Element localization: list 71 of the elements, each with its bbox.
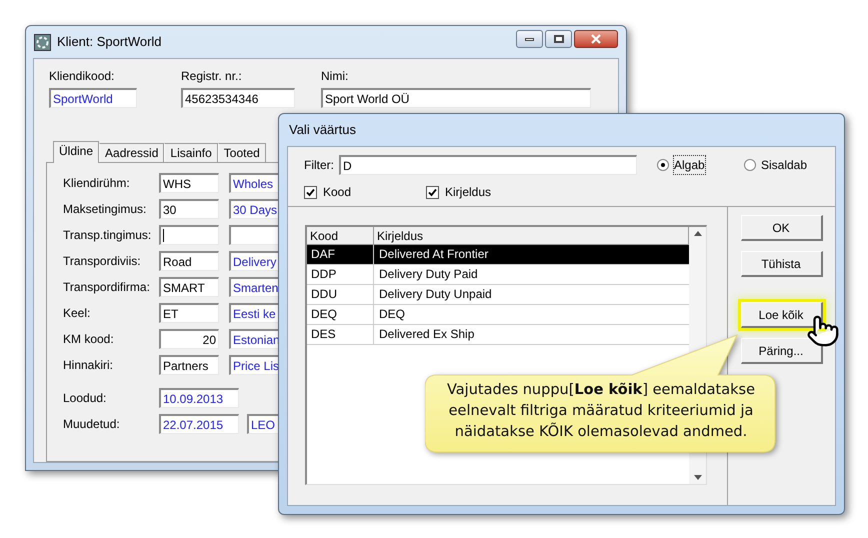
app-icon <box>34 34 51 50</box>
field-label: Muudetud: <box>63 416 121 433</box>
field-label: Keel: <box>63 305 92 322</box>
maximize-button[interactable] <box>545 30 572 48</box>
tab[interactable]: Üldine <box>53 141 100 163</box>
code-field[interactable]: Road <box>159 251 219 271</box>
tab[interactable]: Aadressid <box>99 143 164 162</box>
table-cell: DDU <box>307 285 374 304</box>
scroll-down-icon[interactable] <box>694 475 702 480</box>
table-cell: DDP <box>307 265 374 284</box>
minimize-button[interactable] <box>516 30 543 48</box>
radio-label: Sisaldab <box>761 157 808 174</box>
close-button[interactable] <box>574 30 618 48</box>
field-label: Transpordiviis: <box>63 253 142 270</box>
callout-text: Vajutades nuppu[Loe kõik] eemaldatakse eelnevalt filtriga määratud kriteeriumid ja näidatakse KÕIK olemasolevad andmed. <box>446 381 756 442</box>
checkbox-label: Kirjeldus <box>445 184 492 201</box>
column-header[interactable]: Kood <box>307 227 374 244</box>
field-label: Transpordifirma: <box>63 279 151 296</box>
code-field[interactable]: WHS <box>159 173 219 193</box>
code-field[interactable]: 30 <box>159 199 219 219</box>
dialog-button[interactable]: Tühista <box>740 251 822 277</box>
text-field[interactable]: SportWorld <box>49 88 137 108</box>
table-cell: DES <box>307 325 374 344</box>
field-label: Maksetingimus: <box>63 201 148 218</box>
field-label: Nimi: <box>321 68 350 85</box>
dialog-button[interactable]: Päring... <box>740 338 822 364</box>
field-label: Kliendikood: <box>49 68 116 85</box>
minimize-icon <box>525 38 534 40</box>
table-row[interactable]: DES Delivered Ex Ship <box>307 325 689 345</box>
radio-button[interactable] <box>657 159 669 171</box>
field-label: Kliendirühm: <box>63 175 131 192</box>
field-label: Registr. nr.: <box>181 68 243 85</box>
table-cell: DEQ <box>307 305 374 324</box>
field-label: KM kood: <box>63 331 115 348</box>
table-cell-text: Delivered Ex Ship <box>378 326 476 343</box>
text-field[interactable]: Sport World OÜ <box>321 88 591 108</box>
radio-button[interactable] <box>744 159 756 171</box>
table-row[interactable]: DEQ DEQ <box>307 305 689 325</box>
tab[interactable]: Tooted <box>218 143 266 162</box>
field-label: Loodud: <box>63 390 108 407</box>
close-icon <box>590 34 602 44</box>
table-cell: DAF <box>307 245 374 264</box>
table-row[interactable]: DAF Delivered At Frontier <box>307 245 689 265</box>
table-row[interactable]: DDP Delivery Duty Paid <box>307 265 689 285</box>
table-cell-text: Delivery Duty Unpaid <box>378 286 493 303</box>
date-field[interactable]: 10.09.2013 <box>159 388 239 408</box>
table-cell-text: Delivery Duty Paid <box>378 266 479 283</box>
checkbox-label: Kood <box>323 184 352 201</box>
tab[interactable]: Lisainfo <box>164 143 218 162</box>
field-label: Hinnakiri: <box>63 357 114 374</box>
date-field[interactable]: 22.07.2015 <box>159 414 239 434</box>
dialog-button[interactable]: OK <box>740 215 822 241</box>
maximize-icon <box>554 35 564 43</box>
code-field[interactable]: Partners <box>159 355 219 375</box>
code-field[interactable] <box>159 225 219 245</box>
scroll-up-icon[interactable] <box>694 231 702 236</box>
code-field[interactable]: SMART <box>159 277 219 297</box>
text-field[interactable]: 45623534346 <box>181 88 295 108</box>
table-cell-text: DEQ <box>378 306 406 323</box>
table-row[interactable]: DDU Delivery Duty Unpaid <box>307 285 689 305</box>
checkbox[interactable] <box>304 186 317 198</box>
window-title: Klient: SportWorld <box>57 33 162 52</box>
code-field[interactable]: 20 <box>159 329 219 349</box>
checkbox[interactable] <box>426 186 439 198</box>
field-label: Transp.tingimus: <box>63 227 152 244</box>
dialog-title: Vali väärtus <box>289 121 356 140</box>
radio-label: Algab <box>674 156 705 174</box>
table-cell-text: Delivered At Frontier <box>378 246 490 263</box>
code-field[interactable]: ET <box>159 303 219 323</box>
filter-label: Filter: <box>304 157 335 174</box>
filter-field[interactable]: D <box>339 155 637 175</box>
